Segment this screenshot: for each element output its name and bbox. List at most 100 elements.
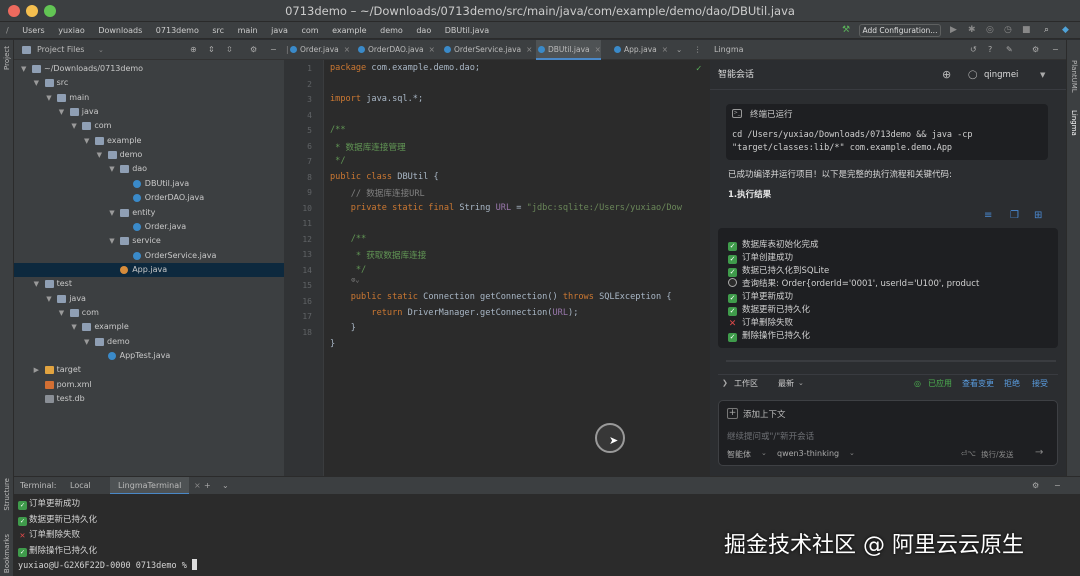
breadcrumb-item[interactable]: main bbox=[238, 26, 258, 35]
tree-item[interactable]: ▼ java bbox=[14, 105, 284, 119]
help-icon[interactable]: ? bbox=[988, 40, 992, 60]
terminal-tab-lingmaterminal[interactable]: LingmaTerminal bbox=[110, 477, 190, 495]
tree-item[interactable]: ▶ target bbox=[14, 363, 284, 377]
breadcrumb-item[interactable]: example bbox=[332, 26, 366, 35]
more-icon[interactable]: ⋮ bbox=[694, 40, 702, 60]
send-icon[interactable]: → bbox=[1035, 447, 1043, 458]
breadcrumb-item[interactable]: java bbox=[271, 26, 288, 35]
expand-down-icon[interactable]: ▼ bbox=[109, 206, 114, 220]
chat-input-placeholder[interactable]: 继续提问或"/"新开会话 bbox=[727, 430, 814, 442]
tree-item[interactable]: OrderDAO.java bbox=[14, 191, 284, 205]
locate-file-icon[interactable]: ⊕ bbox=[190, 40, 197, 60]
gear-icon[interactable]: ⚙ bbox=[250, 40, 257, 60]
tree-item[interactable]: ▼ demo bbox=[14, 335, 284, 349]
plantuml-tool-button[interactable]: PlantUML bbox=[1070, 60, 1078, 93]
breadcrumb-item[interactable]: 0713demo bbox=[156, 26, 199, 35]
expand-down-icon[interactable]: ▼ bbox=[84, 335, 89, 349]
expand-down-icon[interactable]: ▼ bbox=[46, 91, 51, 105]
expand-down-icon[interactable]: ▼ bbox=[46, 292, 51, 306]
expand-down-icon[interactable]: ▼ bbox=[59, 105, 64, 119]
tab-orderservice-java[interactable]: OrderService.java × bbox=[442, 40, 532, 60]
chevron-right-icon[interactable]: ❯ bbox=[722, 375, 728, 392]
reject-link[interactable]: 拒绝 bbox=[1004, 375, 1020, 392]
bookmarks-tool-button[interactable]: Bookmarks bbox=[3, 534, 11, 573]
chevron-down-icon[interactable]: ▼ bbox=[1040, 60, 1045, 90]
tree-item[interactable]: pom.xml bbox=[14, 378, 284, 392]
chevron-down-icon[interactable]: ⌄ bbox=[222, 477, 229, 495]
tree-item[interactable]: ▼ src bbox=[14, 76, 284, 90]
tree-item[interactable]: App.java bbox=[14, 262, 284, 277]
close-tab-icon[interactable]: × bbox=[595, 45, 601, 54]
collapse-all-icon[interactable]: ⇳ bbox=[226, 40, 233, 60]
gear-icon[interactable]: ⚙ bbox=[1032, 477, 1039, 495]
breadcrumb-item[interactable]: dao bbox=[416, 26, 431, 35]
structure-tool-button[interactable]: Structure bbox=[3, 478, 11, 511]
insert-code-icon[interactable]: ≡ bbox=[984, 210, 992, 221]
coverage-icon[interactable]: ◎ bbox=[986, 25, 994, 36]
expand-down-icon[interactable]: ▼ bbox=[109, 162, 114, 176]
tree-item[interactable]: AppTest.java bbox=[14, 349, 284, 363]
tree-item[interactable]: test.db bbox=[14, 392, 284, 406]
expand-down-icon[interactable]: ▼ bbox=[34, 76, 39, 90]
user-name[interactable]: qingmei bbox=[984, 60, 1018, 90]
close-tab-icon[interactable]: × bbox=[662, 45, 668, 54]
tab-order-java[interactable]: Order.java × bbox=[288, 40, 350, 60]
expand-down-icon[interactable]: ▼ bbox=[21, 62, 26, 76]
chevron-down-icon[interactable]: ⌄ bbox=[798, 375, 804, 392]
tree-item[interactable]: ▼ demo bbox=[14, 148, 284, 162]
chat-input-box[interactable]: + 添加上下文 继续提问或"/"新开会话 智能体 ⌄ qwen3-thinkin… bbox=[718, 400, 1058, 466]
view-changes-link[interactable]: 查看变更 bbox=[962, 375, 994, 392]
terminal-tab-local[interactable]: Local bbox=[66, 477, 95, 495]
tree-item[interactable]: ▼ main bbox=[14, 91, 284, 105]
history-icon[interactable]: ↺ bbox=[970, 40, 977, 60]
breadcrumb-item[interactable]: src bbox=[212, 26, 224, 35]
project-tool-button[interactable]: Project bbox=[3, 46, 11, 70]
project-view-selector[interactable]: Project Files bbox=[37, 40, 84, 60]
edit-icon[interactable]: ✎ bbox=[1006, 40, 1013, 60]
tab-app-java[interactable]: App.java × bbox=[612, 40, 668, 60]
breadcrumb-item[interactable]: Users bbox=[22, 26, 44, 35]
expand-down-icon[interactable]: ▼ bbox=[109, 234, 114, 248]
workspace-label[interactable]: 工作区 bbox=[734, 375, 758, 392]
tree-item[interactable]: DBUtil.java bbox=[14, 177, 284, 191]
collapse-right-icon[interactable]: ▶ bbox=[34, 363, 39, 377]
tree-item[interactable]: Order.java bbox=[14, 220, 284, 234]
build-hammer-icon[interactable]: ⚒ bbox=[842, 25, 850, 36]
expand-down-icon[interactable]: ▼ bbox=[59, 306, 64, 320]
expand-down-icon[interactable]: ▼ bbox=[71, 119, 76, 133]
lingma-tool-button[interactable]: Lingma bbox=[1070, 110, 1078, 136]
tree-item[interactable]: ▼ service bbox=[14, 234, 284, 248]
breadcrumb-item[interactable]: com bbox=[301, 26, 318, 35]
tab-dbutil-java[interactable]: DBUtil.java × bbox=[536, 40, 601, 60]
ai-inlay-hint[interactable]: ⊙⌄ bbox=[330, 276, 359, 284]
tree-item[interactable]: ▼ com bbox=[14, 119, 284, 133]
tree-item[interactable]: ▼ entity bbox=[14, 206, 284, 220]
model-selector[interactable]: qwen3-thinking bbox=[777, 449, 839, 458]
tree-item[interactable]: ▼ example bbox=[14, 320, 284, 334]
hide-panel-icon[interactable]: − bbox=[1052, 40, 1059, 60]
new-terminal-icon[interactable]: + bbox=[204, 477, 211, 495]
close-tab-icon[interactable]: × bbox=[194, 477, 201, 495]
copy-icon[interactable]: ❐ bbox=[1010, 210, 1019, 221]
tree-item[interactable]: ▼ ~/Downloads/0713demo bbox=[14, 62, 284, 76]
expand-down-icon[interactable]: ▼ bbox=[71, 320, 76, 334]
add-context-icon[interactable]: + bbox=[727, 408, 738, 419]
close-tab-icon[interactable]: × bbox=[526, 45, 532, 54]
chevron-down-icon[interactable]: ⌄ bbox=[98, 40, 104, 60]
chevron-down-icon[interactable]: ⌄ bbox=[761, 449, 767, 457]
tab-orderdao-java[interactable]: OrderDAO.java × bbox=[356, 40, 435, 60]
close-tab-icon[interactable]: × bbox=[429, 45, 435, 54]
ide-update-icon[interactable]: ◆ bbox=[1062, 25, 1069, 36]
new-chat-icon[interactable]: ⊕ bbox=[942, 60, 951, 90]
expand-down-icon[interactable]: ▼ bbox=[84, 134, 89, 148]
chevron-down-icon[interactable]: ⌄ bbox=[849, 449, 855, 457]
close-tab-icon[interactable]: × bbox=[344, 45, 350, 54]
tree-item[interactable]: ▼ test bbox=[14, 277, 284, 291]
breadcrumb-item[interactable]: yuxiao bbox=[58, 26, 85, 35]
accept-link[interactable]: 接受 bbox=[1032, 375, 1048, 392]
debug-icon[interactable]: ✱ bbox=[968, 25, 976, 36]
breadcrumb-item[interactable]: Downloads bbox=[98, 26, 142, 35]
breadcrumb-item[interactable]: DBUtil.java bbox=[445, 26, 489, 35]
breadcrumb-item[interactable]: demo bbox=[380, 26, 403, 35]
mode-selector[interactable]: 智能体 bbox=[727, 449, 751, 460]
